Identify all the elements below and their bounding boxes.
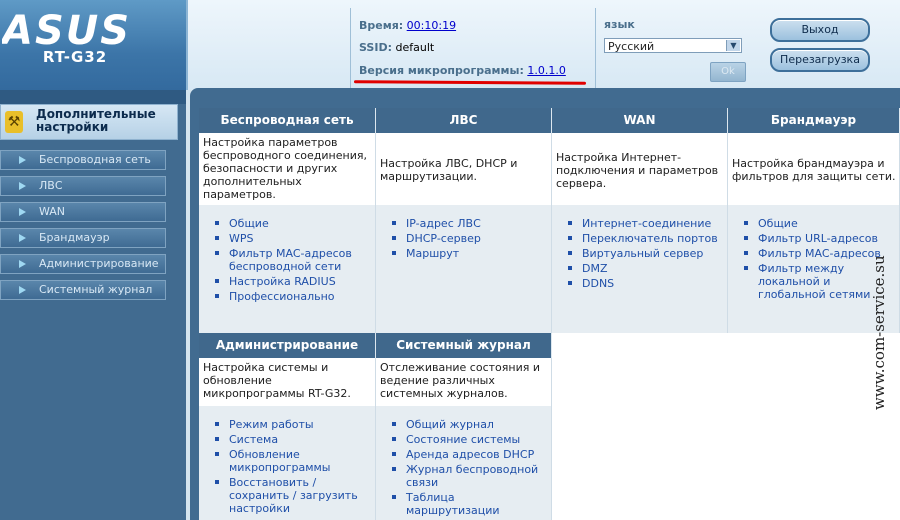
- main-content: Беспроводная сеть Настройка параметров б…: [199, 108, 900, 520]
- link-firmware-upgrade[interactable]: Обновление микропрограммы: [215, 448, 375, 474]
- arrow-right-icon: [19, 234, 26, 242]
- arrow-right-icon: [19, 286, 26, 294]
- svg-text:ASUS: ASUS: [2, 10, 131, 48]
- logout-button[interactable]: Выход: [770, 18, 870, 42]
- link-dhcp-leases[interactable]: Аренда адресов DHCP: [392, 448, 551, 461]
- card-description: Настройка брандмауэра и фильтров для защ…: [728, 133, 900, 205]
- card-links: Общий журнал Состояние системы Аренда ад…: [376, 406, 552, 520]
- link-lan-ip[interactable]: IP-адрес ЛВС: [392, 217, 481, 230]
- link-restore-save-load[interactable]: Восстановить / сохранить / загрузить нас…: [215, 476, 375, 515]
- arrow-right-icon: [19, 260, 26, 268]
- card-description: Настройка ЛВС, DHCP и маршрутизации.: [376, 133, 552, 205]
- sidebar-item-label: WAN: [39, 205, 66, 218]
- arrow-right-icon: [19, 156, 26, 164]
- language-select[interactable]: Русский ▼: [604, 38, 742, 53]
- card-title: Администрирование: [199, 333, 376, 358]
- card-title: ЛВС: [376, 108, 552, 133]
- card-title: Беспроводная сеть: [199, 108, 376, 133]
- ssid-value: default: [395, 41, 435, 54]
- link-radius[interactable]: Настройка RADIUS: [215, 275, 375, 288]
- link-dmz[interactable]: DMZ: [568, 262, 718, 275]
- card-title: Брандмауэр: [728, 108, 900, 133]
- sidebar-item-firewall[interactable]: Брандмауэр: [0, 228, 166, 248]
- card-links: Режим работы Система Обновление микропро…: [199, 406, 376, 520]
- link-wireless-general[interactable]: Общие: [215, 217, 375, 230]
- link-system-status[interactable]: Состояние системы: [392, 433, 551, 446]
- card-links: Интернет-соединение Переключатель портов…: [552, 205, 728, 333]
- ssid-label: SSID:: [359, 41, 392, 54]
- chevron-down-icon[interactable]: ▼: [726, 40, 740, 51]
- link-port-switch[interactable]: Переключатель портов: [568, 232, 718, 245]
- card-title: WAN: [552, 108, 728, 133]
- sidebar-item-wan[interactable]: WAN: [0, 202, 166, 222]
- sidebar-header-label: Дополнительные настройки: [36, 107, 156, 134]
- card-description: Отслеживание состояния и ведение различн…: [376, 358, 552, 406]
- card-syslog: Системный журнал Отслеживание состояния …: [376, 333, 552, 520]
- sidebar-item-lan[interactable]: ЛВС: [0, 176, 166, 196]
- link-routing-table[interactable]: Таблица маршрутизации: [392, 491, 551, 517]
- card-description: Настройка Интернет-подключения и парамет…: [552, 133, 728, 205]
- sidebar: ⚒ Дополнительные настройки Беспроводная …: [0, 90, 186, 520]
- sidebar-item-label: Системный журнал: [39, 283, 153, 296]
- card-wan: WAN Настройка Интернет-подключения и пар…: [552, 108, 728, 333]
- card-title: Системный журнал: [376, 333, 552, 358]
- sidebar-item-label: Брандмауэр: [39, 231, 110, 244]
- link-url-filter[interactable]: Фильтр URL-адресов: [744, 232, 899, 245]
- model-name: RT-G32: [42, 48, 108, 66]
- time-label: Время:: [359, 19, 404, 32]
- firmware-label: Версия микропрограммы:: [359, 64, 524, 77]
- asus-logo: ASUS: [2, 10, 131, 48]
- card-lan: ЛВС Настройка ЛВС, DHCP и маршрутизации.…: [376, 108, 552, 333]
- link-operation-mode[interactable]: Режим работы: [215, 418, 375, 431]
- language-selected-value: Русский: [608, 40, 655, 53]
- firmware-version-link[interactable]: 1.0.1.0: [527, 64, 565, 77]
- link-general-log[interactable]: Общий журнал: [392, 418, 551, 431]
- link-wireless-mac-filter[interactable]: Фильтр MAC-адресов беспроводной сети: [215, 247, 375, 273]
- arrow-right-icon: [19, 182, 26, 190]
- sidebar-item-label: Администрирование: [39, 257, 159, 270]
- link-firewall-general[interactable]: Общие: [744, 217, 899, 230]
- link-internet-connection[interactable]: Интернет-соединение: [568, 217, 718, 230]
- time-value[interactable]: 00:10:19: [407, 19, 456, 32]
- arrow-right-icon: [19, 208, 26, 216]
- card-links: Общие WPS Фильтр MAC-адресов беспроводно…: [199, 205, 376, 333]
- tools-icon: ⚒: [5, 111, 23, 133]
- sidebar-top-strip: [0, 90, 186, 104]
- link-system[interactable]: Система: [215, 433, 375, 446]
- card-administration: Администрирование Настройка системы и об…: [199, 333, 376, 520]
- watermark: www.com-service.su: [870, 255, 888, 410]
- language-apply-button[interactable]: Ok: [710, 62, 746, 82]
- sidebar-item-label: Беспроводная сеть: [39, 153, 151, 166]
- link-virtual-server[interactable]: Виртуальный сервер: [568, 247, 718, 260]
- language-panel: язык Русский ▼ Ok: [604, 18, 746, 82]
- sidebar-header[interactable]: ⚒ Дополнительные настройки: [0, 104, 178, 140]
- brand-panel: ASUS RT-G32: [0, 0, 188, 90]
- sidebar-item-label: ЛВС: [39, 179, 63, 192]
- link-dhcp-server[interactable]: DHCP-сервер: [392, 232, 481, 245]
- link-wireless-log[interactable]: Журнал беспроводной связи: [392, 463, 551, 489]
- card-description: Настройка системы и обновление микропрог…: [199, 358, 376, 406]
- status-panel: Время: 00:10:19 SSID: default Версия мик…: [350, 8, 596, 88]
- card-links: IP-адрес ЛВС DHCP-сервер Маршрут: [376, 205, 552, 333]
- sidebar-item-syslog[interactable]: Системный журнал: [0, 280, 166, 300]
- link-wps[interactable]: WPS: [215, 232, 375, 245]
- link-ddns[interactable]: DDNS: [568, 277, 718, 290]
- header: ASUS RT-G32 Время: 00:10:19 SSID: defaul…: [0, 0, 900, 90]
- card-description: Настройка параметров беспроводного соеди…: [199, 133, 376, 205]
- language-label: язык: [604, 18, 635, 31]
- sidebar-item-administration[interactable]: Администрирование: [0, 254, 166, 274]
- link-route[interactable]: Маршрут: [392, 247, 481, 260]
- link-professional[interactable]: Профессионально: [215, 290, 375, 303]
- card-wireless: Беспроводная сеть Настройка параметров б…: [199, 108, 376, 333]
- reboot-button[interactable]: Перезагрузка: [770, 48, 870, 72]
- sidebar-item-wireless[interactable]: Беспроводная сеть: [0, 150, 166, 170]
